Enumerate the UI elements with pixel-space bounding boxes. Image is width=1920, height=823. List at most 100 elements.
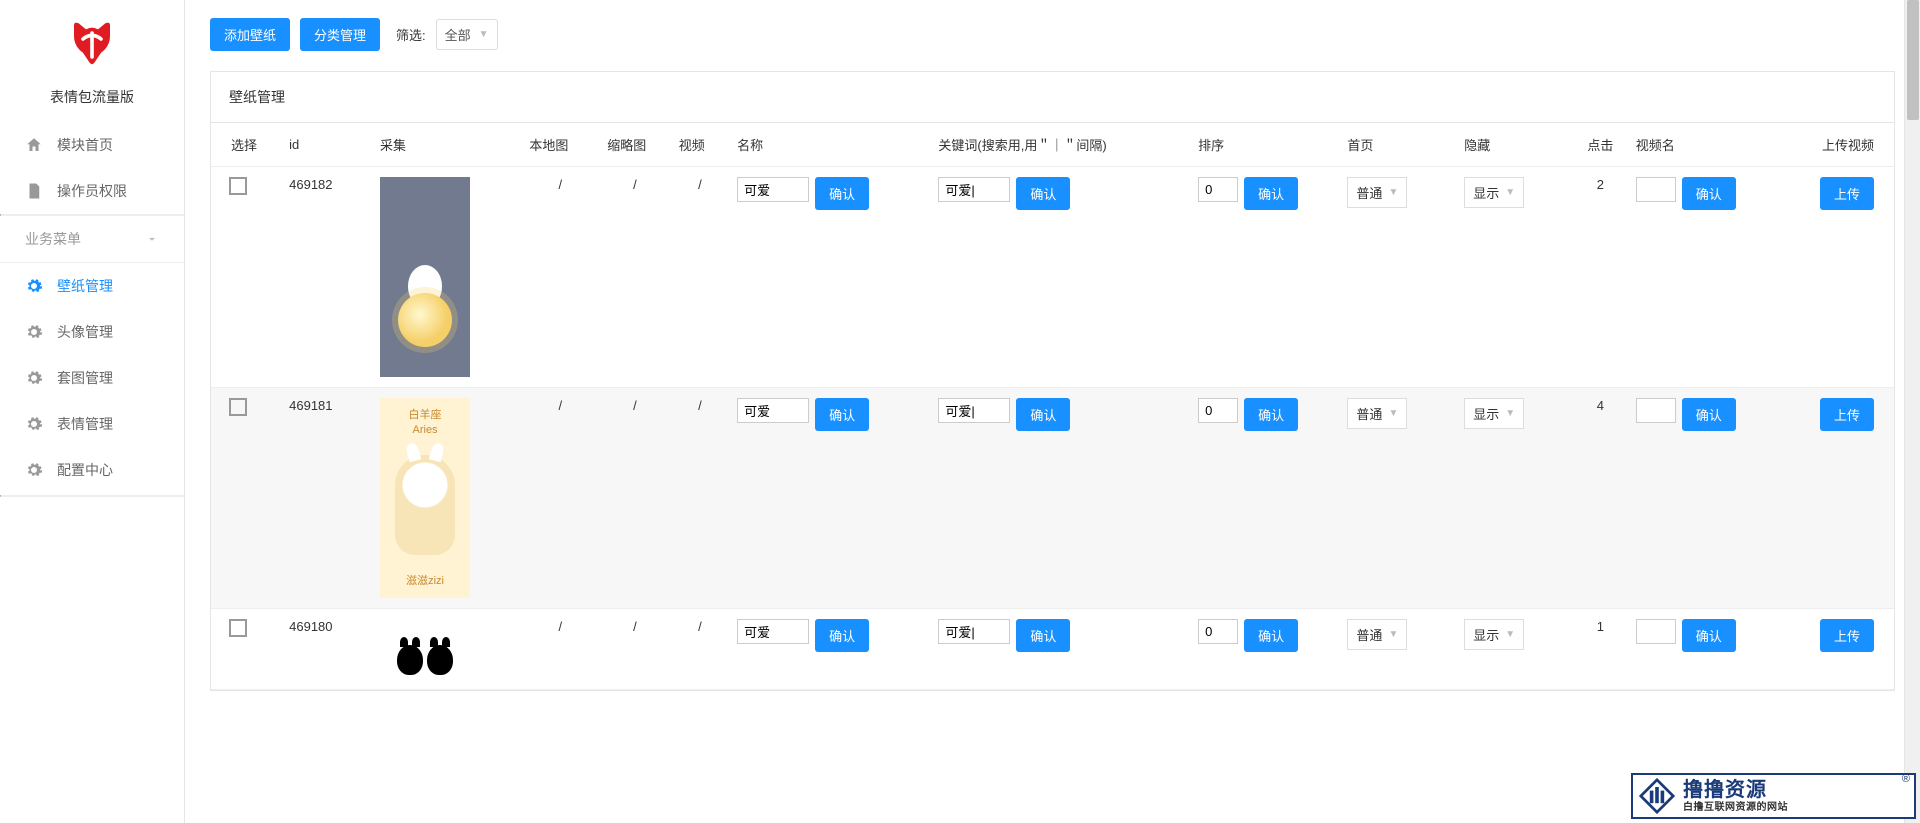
wallpaper-panel: 壁纸管理 选择 id 采集 本地图 缩略图 视频 名称 关键词(搜索用,用＂｜＂… (210, 71, 1895, 691)
filter-select[interactable]: 全部 ▼ (436, 19, 498, 50)
caret-down-icon: ▼ (1388, 629, 1398, 640)
keywords-input[interactable] (938, 398, 1010, 423)
sidebar-item-label: 头像管理 (57, 322, 113, 342)
hidden-select[interactable]: 显示▼ (1464, 619, 1524, 650)
sidebar-item-wallpaper-mgmt[interactable]: 壁纸管理 (0, 263, 184, 309)
sidebar-group-business[interactable]: 业务菜单 (0, 216, 184, 263)
cell-local: / (521, 388, 599, 609)
sort-input[interactable] (1198, 619, 1238, 644)
hidden-select[interactable]: 显示▼ (1464, 177, 1524, 208)
videoname-input[interactable] (1636, 398, 1676, 423)
col-thumbnail: 缩略图 (599, 123, 670, 167)
videoname-input[interactable] (1636, 177, 1676, 202)
homepage-select[interactable]: 普通 ▼ (1347, 398, 1407, 429)
app-logo-icon (62, 15, 122, 75)
sidebar-item-label: 操作员权限 (57, 181, 127, 201)
sidebar-item-avatar-mgmt[interactable]: 头像管理 (0, 309, 184, 355)
sidebar-item-module-home[interactable]: 模块首页 (0, 122, 184, 168)
col-local: 本地图 (521, 123, 599, 167)
homepage-select[interactable]: 普通▼ (1347, 177, 1407, 208)
name-input[interactable] (737, 398, 809, 423)
confirm-name-button[interactable]: 确认 (815, 398, 869, 431)
home-icon (25, 136, 43, 154)
gear-icon (25, 277, 43, 295)
caret-down-icon: ▼ (479, 29, 489, 40)
videoname-input[interactable] (1636, 619, 1676, 644)
upload-video-button[interactable]: 上传 (1820, 619, 1874, 652)
confirm-sort-button[interactable]: 确认 (1244, 398, 1298, 431)
document-icon (25, 182, 43, 200)
caret-down-icon: ▼ (1388, 408, 1398, 419)
row-checkbox[interactable] (229, 177, 247, 195)
caret-down-icon: ▼ (1505, 629, 1515, 640)
gear-icon (25, 369, 43, 387)
upload-video-button[interactable]: 上传 (1820, 177, 1874, 210)
keywords-input[interactable] (938, 619, 1010, 644)
wallpaper-thumbnail[interactable]: 白羊座Aries滋滋zizi (380, 398, 470, 598)
sidebar-item-label: 表情管理 (57, 414, 113, 434)
cell-id: 469182 (281, 167, 372, 388)
confirm-sort-button[interactable]: 确认 (1244, 177, 1298, 210)
confirm-keywords-button[interactable]: 确认 (1016, 619, 1070, 652)
sidebar-item-operator-perm[interactable]: 操作员权限 (0, 168, 184, 214)
homepage-select-value: 普通 (1356, 625, 1382, 644)
caret-down-icon: ▼ (1505, 187, 1515, 198)
wallpaper-thumbnail[interactable] (380, 619, 470, 679)
sort-input[interactable] (1198, 177, 1238, 202)
hidden-select-value: 显示 (1473, 404, 1499, 423)
col-id: id (281, 123, 372, 167)
row-checkbox[interactable] (229, 619, 247, 637)
app-name: 表情包流量版 (50, 87, 134, 107)
row-checkbox[interactable] (229, 398, 247, 416)
main-content: 添加壁纸 分类管理 筛选: 全部 ▼ 壁纸管理 选择 id 采集 本地图 缩略图… (185, 0, 1920, 823)
sidebar-item-set-mgmt[interactable]: 套图管理 (0, 355, 184, 401)
confirm-videoname-button[interactable]: 确认 (1682, 619, 1736, 652)
filter-label: 筛选: (396, 25, 426, 44)
cell-clicks: 2 (1573, 167, 1628, 388)
cell-local: / (521, 167, 599, 388)
gear-icon (25, 461, 43, 479)
logo-block: 表情包流量版 (0, 15, 184, 122)
homepage-select-value: 普通 (1356, 404, 1382, 423)
wallpaper-table: 选择 id 采集 本地图 缩略图 视频 名称 关键词(搜索用,用＂｜＂间隔) 排… (211, 123, 1894, 690)
keywords-input[interactable] (938, 177, 1010, 202)
sidebar-item-config-center[interactable]: 配置中心 (0, 447, 184, 493)
caret-down-icon: ▼ (1388, 187, 1398, 198)
sidebar-item-sticker-mgmt[interactable]: 表情管理 (0, 401, 184, 447)
homepage-select[interactable]: 普通 ▼ (1347, 619, 1407, 650)
caret-down-icon: ▼ (1505, 408, 1515, 419)
confirm-videoname-button[interactable]: 确认 (1682, 398, 1736, 431)
confirm-keywords-button[interactable]: 确认 (1016, 398, 1070, 431)
col-videoname: 视频名 (1628, 123, 1790, 167)
sidebar-item-label: 配置中心 (57, 460, 113, 480)
confirm-name-button[interactable]: 确认 (815, 177, 869, 210)
cell-clicks: 1 (1573, 609, 1628, 690)
panel-title: 壁纸管理 (211, 72, 1894, 123)
sidebar: 表情包流量版 模块首页 操作员权限 业务菜单 壁纸管理 (0, 0, 185, 823)
name-input[interactable] (737, 619, 809, 644)
filter-select-value: 全部 (445, 25, 471, 44)
col-sort: 排序 (1190, 123, 1339, 167)
confirm-name-button[interactable]: 确认 (815, 619, 869, 652)
col-keywords: 关键词(搜索用,用＂｜＂间隔) (930, 123, 1190, 167)
table-row: 469181白羊座Aries滋滋zizi///确认确认确认普通▼显示▼4确认上传 (211, 388, 1894, 609)
hidden-select[interactable]: 显示 ▼ (1464, 398, 1524, 429)
table-row: 469182///确认确认确认普通▼显示▼2确认上传 (211, 167, 1894, 388)
sidebar-item-label: 壁纸管理 (57, 276, 113, 296)
col-name: 名称 (729, 123, 930, 167)
sidebar-item-label: 模块首页 (57, 135, 113, 155)
sidebar-group-label: 业务菜单 (25, 229, 81, 249)
cell-local: / (521, 609, 599, 690)
col-hidden: 隐藏 (1456, 123, 1573, 167)
col-upload: 上传视频 (1790, 123, 1894, 167)
name-input[interactable] (737, 177, 809, 202)
cell-thumbnail: / (599, 609, 670, 690)
upload-video-button[interactable]: 上传 (1820, 398, 1874, 431)
add-wallpaper-button[interactable]: 添加壁纸 (210, 18, 290, 51)
category-mgmt-button[interactable]: 分类管理 (300, 18, 380, 51)
confirm-sort-button[interactable]: 确认 (1244, 619, 1298, 652)
wallpaper-thumbnail[interactable] (380, 177, 470, 377)
sort-input[interactable] (1198, 398, 1238, 423)
confirm-videoname-button[interactable]: 确认 (1682, 177, 1736, 210)
confirm-keywords-button[interactable]: 确认 (1016, 177, 1070, 210)
